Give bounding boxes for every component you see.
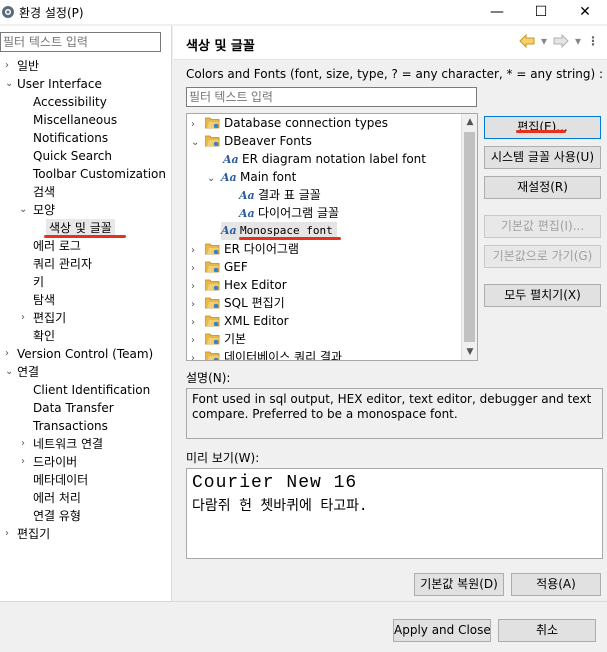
chevron-right-icon[interactable]: › — [5, 57, 15, 75]
scroll-down-icon[interactable]: ▼ — [462, 344, 477, 360]
tree-item-toolbar-customization[interactable]: Toolbar Customization — [33, 165, 166, 183]
tree-item-error-handling[interactable]: 에러 처리 — [33, 489, 81, 507]
font-icon: Aa — [223, 153, 239, 166]
font-tree-item[interactable]: › XML Editor — [191, 312, 289, 330]
folder-icon — [205, 279, 220, 291]
restore-defaults-button[interactable]: 기본값 복원(D) — [414, 573, 504, 596]
folder-icon — [205, 351, 220, 360]
font-tree-item[interactable]: › ER 다이어그램 — [191, 240, 299, 258]
folder-icon — [205, 315, 220, 327]
goto-default-button[interactable]: 기본값으로 가기(G) — [484, 245, 601, 268]
preference-page: 색상 및 글꼴 ▾ ▾ ⋮ Colors and Fonts (font, si… — [173, 26, 607, 601]
preview-label: 미리 보기(W): — [186, 451, 260, 465]
tree-filter-input[interactable] — [0, 32, 161, 52]
chevron-right-icon[interactable]: › — [21, 453, 31, 471]
font-tree-item[interactable]: › 데이터베이스 쿼리 결과 — [191, 348, 342, 360]
font-tree-item[interactable]: › SQL 편집기 — [191, 294, 285, 312]
preference-tree-pane: › 일반 ⌄ User Interface Accessibility Misc… — [0, 26, 172, 601]
tree-item-keys[interactable]: 키 — [33, 273, 44, 291]
tree-item-error-log[interactable]: 에러 로그 — [33, 237, 81, 255]
expand-all-button[interactable]: 모두 펼치기(X) — [484, 284, 601, 307]
chevron-down-icon[interactable]: ⌄ — [191, 134, 205, 152]
font-icon: Aa — [239, 189, 255, 202]
chevron-down-icon[interactable]: ⌄ — [19, 201, 29, 219]
window-title: 환경 설정(P) — [19, 5, 84, 20]
tree-item-connection-types[interactable]: 연결 유형 — [33, 507, 81, 525]
font-tree-item[interactable]: › 기본 — [191, 330, 246, 348]
preview-line-1: Courier New 16 — [192, 473, 358, 493]
back-dropdown-icon[interactable]: ▾ — [541, 34, 547, 48]
colors-fonts-description: Colors and Fonts (font, size, type, ? = … — [186, 67, 604, 81]
title-bar: 환경 설정(P) — ☐ ✕ — [0, 0, 607, 24]
font-tree-item[interactable]: Aa 다이어그램 글꼴 — [239, 204, 339, 222]
chevron-right-icon[interactable]: › — [5, 345, 15, 363]
font-icon: Aa — [221, 171, 237, 184]
font-tree-item[interactable]: ⌄ Aa Main font — [207, 168, 296, 186]
tree-item-notifications[interactable]: Notifications — [33, 129, 108, 147]
description-text: Font used in sql output, HEX editor, tex… — [186, 388, 603, 439]
apply-button[interactable]: 적용(A) — [511, 573, 601, 596]
tree-item-query-manager[interactable]: 쿼리 관리자 — [33, 255, 92, 273]
folder-icon — [205, 117, 220, 129]
tree-item-data-transfer[interactable]: Data Transfer — [33, 399, 114, 417]
font-tree-item[interactable]: › Database connection types — [191, 114, 388, 132]
tree-item-transactions[interactable]: Transactions — [33, 417, 108, 435]
annotation-underline — [516, 130, 566, 133]
font-tree-item[interactable]: › Hex Editor — [191, 276, 287, 294]
chevron-right-icon[interactable]: › — [21, 435, 31, 453]
tree-item-miscellaneous[interactable]: Miscellaneous — [33, 111, 117, 129]
chevron-right-icon[interactable]: › — [21, 309, 31, 327]
font-tree-item[interactable]: Aa ER diagram notation label font — [223, 150, 426, 168]
page-title: 색상 및 글꼴 — [186, 39, 255, 54]
app-icon — [2, 6, 14, 18]
chevron-down-icon[interactable]: ⌄ — [5, 75, 15, 93]
font-tree-item[interactable]: Aa 결과 표 글꼴 — [239, 186, 321, 204]
folder-icon — [205, 243, 220, 255]
preview-box: Courier New 16 다람쥐 헌 쳇바퀴에 타고파. — [186, 468, 603, 559]
scroll-thumb[interactable] — [464, 132, 475, 342]
page-header: 색상 및 글꼴 ▾ ▾ ⋮ — [173, 26, 607, 60]
font-icon: Aa — [239, 207, 255, 220]
close-button[interactable]: ✕ — [563, 0, 607, 24]
vertical-scrollbar[interactable]: ▲ ▼ — [461, 114, 477, 360]
tree-item-confirmations[interactable]: 확인 — [33, 327, 55, 345]
font-tree-item[interactable]: › GEF — [191, 258, 248, 276]
use-system-font-button[interactable]: 시스템 글꼴 사용(U) — [484, 146, 601, 169]
forward-arrow-icon[interactable] — [553, 34, 569, 48]
chevron-right-icon[interactable]: › — [5, 525, 15, 543]
apply-and-close-button[interactable]: Apply and Close — [393, 619, 491, 642]
folder-icon — [205, 135, 220, 147]
font-filter-input[interactable] — [186, 87, 477, 107]
view-menu-icon[interactable]: ⋮ — [587, 34, 599, 48]
tree-item-client-identification[interactable]: Client Identification — [33, 381, 150, 399]
minimize-button[interactable]: — — [475, 0, 519, 24]
colors-fonts-tree[interactable]: › Database connection types ⌄ DBeaver Font… — [186, 113, 478, 361]
tree-item-quick-search[interactable]: Quick Search — [33, 147, 112, 165]
preview-line-2: 다람쥐 헌 쳇바퀴에 타고파. — [192, 498, 368, 514]
folder-icon — [205, 261, 220, 273]
folder-icon — [205, 333, 220, 345]
edit-button[interactable]: 편집(E)... — [484, 116, 601, 139]
tree-item-metadata[interactable]: 메타데이터 — [33, 471, 88, 489]
chevron-right-icon[interactable]: › — [191, 350, 205, 360]
dialog-button-bar: Apply and Close 취소 — [0, 601, 607, 652]
tree-item-accessibility[interactable]: Accessibility — [33, 93, 107, 111]
folder-icon — [205, 297, 220, 309]
forward-dropdown-icon[interactable]: ▾ — [575, 34, 581, 48]
maximize-button[interactable]: ☐ — [519, 0, 563, 24]
edit-default-button[interactable]: 기본값 편집(I)... — [484, 215, 601, 238]
description-label: 설명(N): — [186, 371, 231, 385]
scroll-up-icon[interactable]: ▲ — [462, 114, 477, 130]
tree-item-navigation[interactable]: 탐색 — [33, 291, 55, 309]
reset-button[interactable]: 재설정(R) — [484, 176, 601, 199]
font-icon: Aa — [221, 224, 237, 237]
tree-item-search[interactable]: 검색 — [33, 183, 55, 201]
cancel-button[interactable]: 취소 — [498, 619, 596, 642]
chevron-down-icon[interactable]: ⌄ — [5, 363, 15, 381]
back-arrow-icon[interactable] — [519, 34, 535, 48]
chevron-down-icon[interactable]: ⌄ — [207, 170, 221, 188]
font-tree-item[interactable]: ⌄ DBeaver Fonts — [191, 132, 312, 150]
